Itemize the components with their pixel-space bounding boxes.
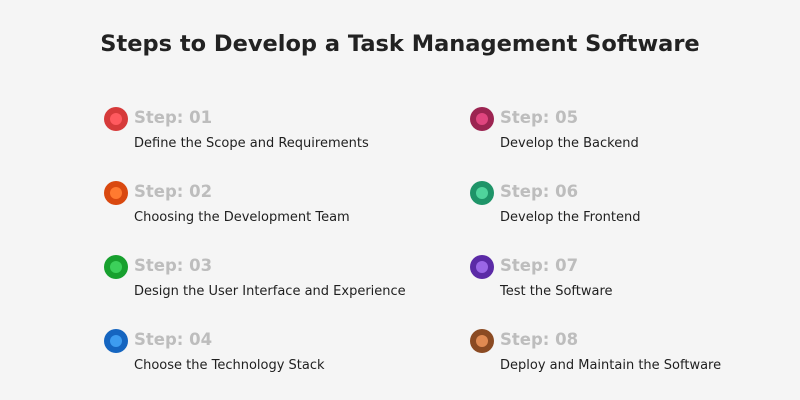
- step-marker-icon: [470, 255, 494, 279]
- step-description: Deploy and Maintain the Software: [500, 358, 722, 373]
- step-label: Step: 05: [500, 108, 579, 127]
- step-item-05: Step: 05 Develop the Backend: [470, 107, 800, 167]
- step-description: Choosing the Development Team: [134, 210, 350, 225]
- step-label: Step: 01: [134, 108, 213, 127]
- step-marker-icon: [470, 181, 494, 205]
- step-label: Step: 03: [134, 256, 213, 275]
- step-description: Define the Scope and Requirements: [134, 136, 369, 151]
- step-marker-icon: [470, 329, 494, 353]
- step-marker-icon: [104, 107, 128, 131]
- step-label: Step: 08: [500, 330, 579, 349]
- step-item-03: Step: 03 Design the User Interface and E…: [104, 255, 434, 315]
- step-label: Step: 07: [500, 256, 579, 275]
- step-description: Develop the Backend: [500, 136, 639, 151]
- step-item-04: Step: 04 Choose the Technology Stack: [104, 329, 434, 389]
- step-label: Step: 04: [134, 330, 213, 349]
- step-marker-icon: [104, 181, 128, 205]
- step-label: Step: 02: [134, 182, 213, 201]
- step-description: Design the User Interface and Experience: [134, 284, 406, 299]
- step-description: Choose the Technology Stack: [134, 358, 325, 373]
- step-item-06: Step: 06 Develop the Frontend: [470, 181, 800, 241]
- step-marker-icon: [104, 255, 128, 279]
- step-marker-icon: [104, 329, 128, 353]
- step-marker-icon: [470, 107, 494, 131]
- step-item-08: Step: 08 Deploy and Maintain the Softwar…: [470, 329, 800, 389]
- step-label: Step: 06: [500, 182, 579, 201]
- step-description: Test the Software: [500, 284, 613, 299]
- step-item-02: Step: 02 Choosing the Development Team: [104, 181, 434, 241]
- step-item-07: Step: 07 Test the Software: [470, 255, 800, 315]
- step-item-01: Step: 01 Define the Scope and Requiremen…: [104, 107, 434, 167]
- step-description: Develop the Frontend: [500, 210, 641, 225]
- page-title: Steps to Develop a Task Management Softw…: [100, 31, 700, 57]
